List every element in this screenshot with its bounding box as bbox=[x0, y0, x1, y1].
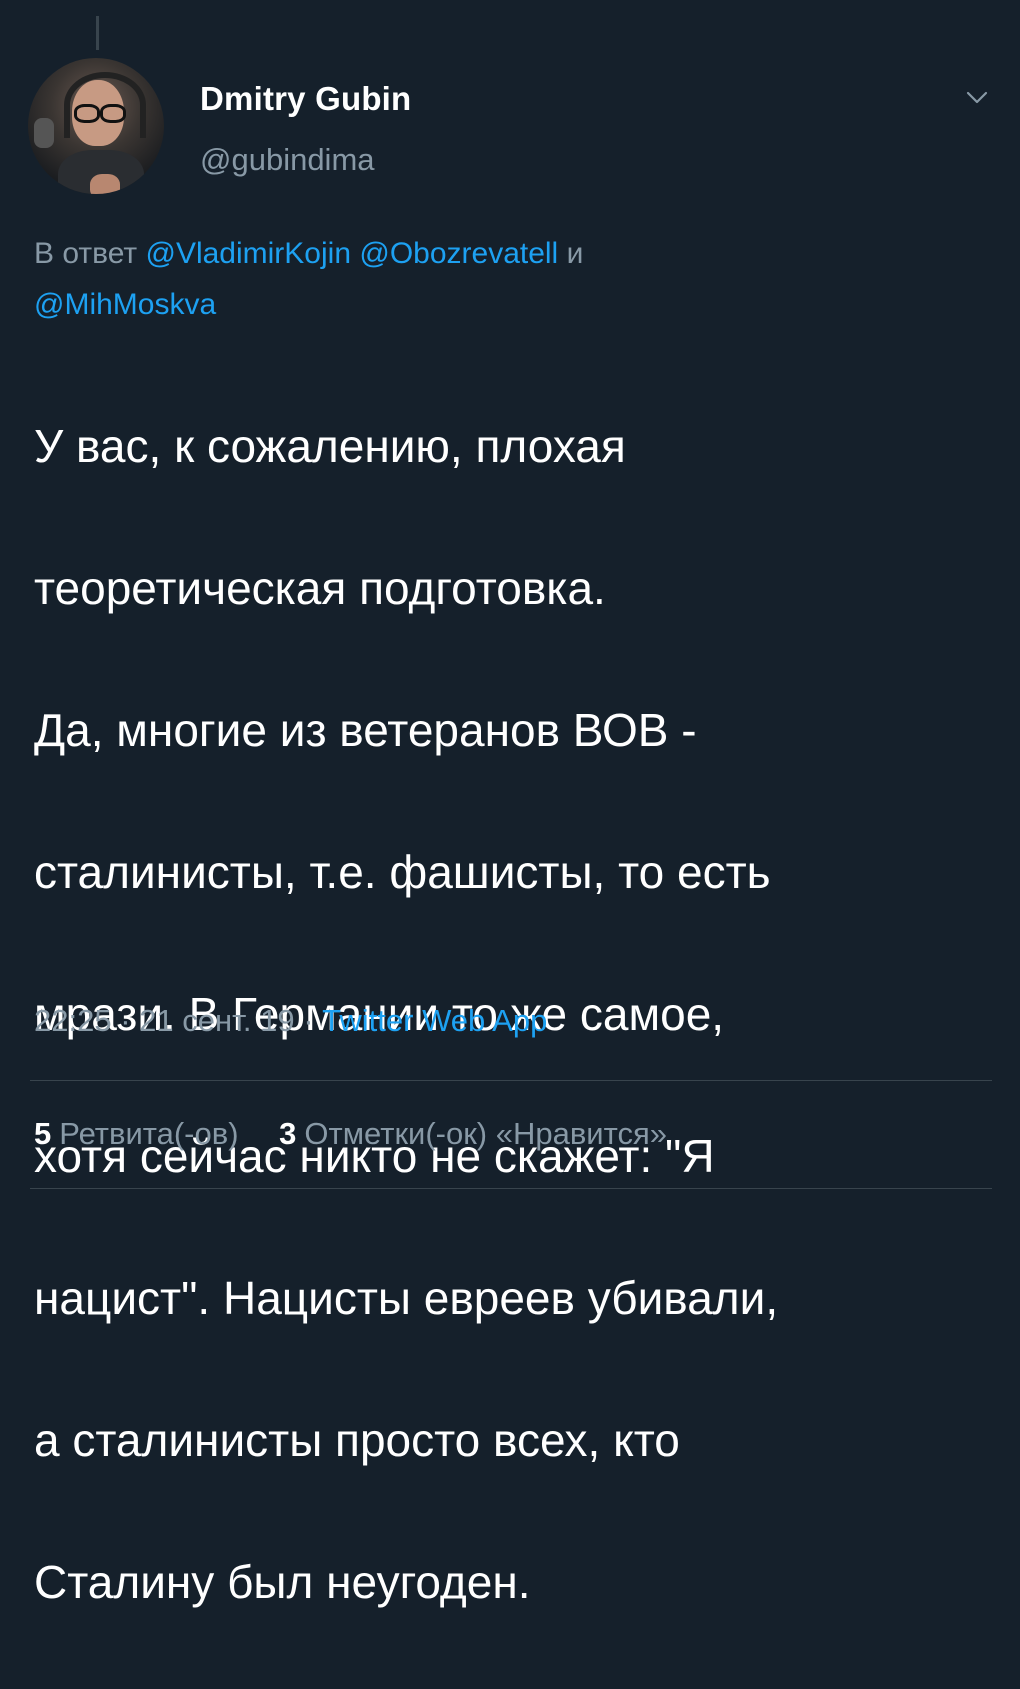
tweet-text-line: У вас, к сожалению, плохая bbox=[34, 420, 626, 472]
author-handle[interactable]: @gubindima bbox=[200, 142, 375, 178]
likes-label: Отметки(-ок) «Нравится» bbox=[304, 1116, 667, 1151]
tweet-text-line: нацист". Нацисты евреев убивали, bbox=[34, 1272, 779, 1324]
divider bbox=[30, 1080, 992, 1081]
retweets-label: Ретвита(-ов) bbox=[59, 1116, 239, 1151]
thread-connector-line bbox=[96, 16, 99, 50]
reply-conjunction: и bbox=[566, 237, 584, 270]
retweets-count: 5 bbox=[34, 1116, 52, 1151]
retweets-stat[interactable]: 5 Ретвита(-ов) bbox=[34, 1116, 239, 1151]
tweet-text-line: Да, многие из ветеранов ВОВ - bbox=[34, 704, 697, 756]
tweet-date[interactable]: 21 сент. 19 bbox=[139, 1003, 294, 1038]
likes-stat[interactable]: 3 Отметки(-ок) «Нравится» bbox=[279, 1116, 667, 1151]
tweet-stats: 5 Ретвита(-ов) 3 Отметки(-ок) «Нравится» bbox=[34, 1116, 699, 1152]
chevron-down-icon[interactable] bbox=[964, 84, 990, 110]
likes-count: 3 bbox=[279, 1116, 297, 1151]
avatar[interactable] bbox=[28, 58, 164, 194]
mention-link[interactable]: @Obozrevatell bbox=[359, 237, 558, 270]
tweet-meta: 22:25 · 21 сент. 19 · Twitter Web App bbox=[34, 1003, 547, 1039]
divider bbox=[30, 1188, 992, 1189]
tweet-text-line: Сталину был неугоден. bbox=[34, 1556, 531, 1608]
author-display-name[interactable]: Dmitry Gubin bbox=[200, 80, 411, 118]
tweet-text-line: теоретическая подготовка. bbox=[34, 562, 606, 614]
mention-link[interactable]: @MihMoskva bbox=[34, 288, 216, 321]
tweet-time[interactable]: 22:25 bbox=[34, 1003, 112, 1038]
mention-link[interactable]: @VladimirKojin bbox=[145, 237, 351, 270]
reply-prefix: В ответ bbox=[34, 237, 138, 270]
tweet-text-line: а сталинисты просто всех, кто bbox=[34, 1414, 680, 1466]
reply-context: В ответ @VladimirKojin @Obozrevatell и @… bbox=[34, 228, 974, 330]
tweet-text-line: сталинисты, т.е. фашисты, то есть bbox=[34, 846, 771, 898]
meta-separator: · bbox=[303, 1003, 314, 1038]
source-app-link[interactable]: Twitter Web App bbox=[322, 1003, 547, 1038]
meta-separator: · bbox=[120, 1003, 131, 1038]
